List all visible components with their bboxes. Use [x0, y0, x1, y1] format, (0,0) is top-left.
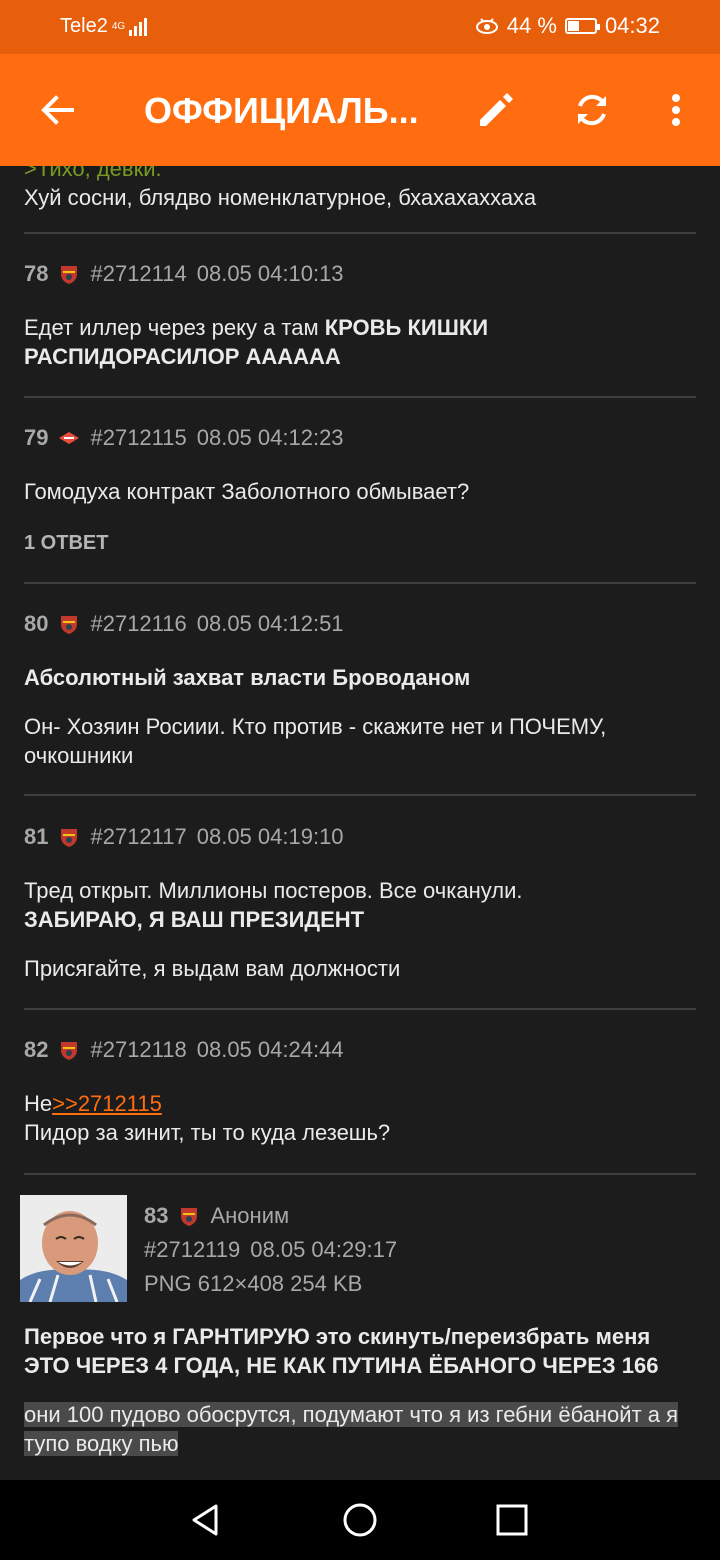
post-79[interactable]: 79 #2712115 08.05 04:12:23 Гомодуха конт…: [24, 425, 696, 555]
refresh-icon[interactable]: [568, 86, 616, 134]
post-partial: >Тихо, девки. Хуй сосни, блядво номенкла…: [24, 166, 696, 212]
reply-link[interactable]: >>2712115: [52, 1091, 162, 1116]
divider: [24, 582, 696, 584]
nav-recents-icon[interactable]: [492, 1500, 532, 1540]
poster-name: Аноним: [210, 1203, 290, 1228]
nav-back-icon[interactable]: [186, 1500, 226, 1540]
replies-link[interactable]: 1 ОТВЕТ: [24, 532, 696, 555]
battery-percent: 44 %: [506, 13, 557, 38]
cska-emblem-icon: [61, 829, 78, 847]
post-id[interactable]: #2712114: [90, 261, 186, 287]
divider: [24, 396, 696, 398]
post-number: 83: [144, 1203, 169, 1228]
system-nav-bar: [0, 1480, 720, 1560]
post-id[interactable]: #2712117: [90, 824, 186, 850]
cska-emblem-icon: [61, 1042, 78, 1060]
more-vert-icon[interactable]: [652, 86, 700, 134]
post-date: 08.05 04:12:51: [196, 611, 344, 636]
post-text: Хуй сосни, блядво номенклатурное, бхахах…: [24, 185, 537, 210]
post-81[interactable]: 81 #2712117 08.05 04:19:10 Тред открыт. …: [24, 824, 696, 983]
divider: [24, 794, 696, 796]
post-78[interactable]: 78 #2712114 08.05 04:10:13 Едет иллер че…: [24, 261, 696, 371]
nav-home-icon[interactable]: [340, 1500, 380, 1540]
post-date: 08.05 04:10:13: [196, 261, 344, 286]
divider: [24, 1008, 696, 1010]
post-text: Тред открыт. Миллионы постеров. Все очка…: [24, 878, 523, 932]
spartak-emblem-icon: [59, 432, 80, 444]
post-date: 08.05 04:12:23: [196, 425, 344, 450]
cska-emblem-icon: [61, 266, 78, 284]
post-text-2: Присягайте, я выдам вам должности: [24, 956, 401, 981]
battery-icon: [564, 18, 600, 34]
post-id[interactable]: #2712119: [144, 1237, 240, 1263]
post-highlight-text: они 100 пудово обосрутся, подумают что я…: [24, 1402, 679, 1456]
post-bold-text: Первое что я ГАРНТИРУЮ это скинуть/переи…: [24, 1324, 659, 1378]
pencil-icon[interactable]: [472, 86, 520, 134]
clock: 04:32: [604, 13, 660, 38]
thread-title: ОФФИЦИАЛЬ...: [144, 90, 419, 131]
cska-emblem-icon: [181, 1208, 198, 1226]
post-text: Он- Хозяин Росиии. Кто против - скажите …: [24, 714, 607, 768]
divider: [24, 232, 696, 234]
post-number: 81: [24, 824, 49, 849]
post-date: 08.05 04:19:10: [196, 824, 344, 849]
eye-comfort-icon: [475, 18, 498, 34]
divider: [24, 1173, 696, 1175]
post-number: 79: [24, 425, 49, 450]
post-date: 08.05 04:24:44: [196, 1037, 344, 1062]
post-id[interactable]: #2712118: [90, 1037, 186, 1063]
carrier-label: Tele2: [60, 15, 108, 37]
post-text: Едет иллер через реку а там КРОВЬ КИШКИ …: [24, 315, 489, 369]
signal-icon: [129, 17, 148, 36]
post-number: 82: [24, 1037, 49, 1062]
post-82[interactable]: 82 #2712118 08.05 04:24:44 Не>>2712115 П…: [24, 1037, 696, 1147]
post-number: 78: [24, 261, 49, 286]
post-image-thumbnail[interactable]: [20, 1195, 127, 1302]
back-arrow-icon[interactable]: [34, 86, 82, 134]
post-83-header[interactable]: 83 Аноним #2712119 08.05 04:29:17 PNG 61…: [144, 1203, 684, 1297]
file-info: PNG 612×408 254 KB: [144, 1271, 363, 1296]
post-text: Не>>2712115 Пидор за зинит, ты то куда л…: [24, 1091, 391, 1145]
post-id[interactable]: #2712115: [90, 425, 186, 451]
post-83-body[interactable]: Первое что я ГАРНТИРУЮ это скинуть/переи…: [24, 1322, 696, 1458]
network-type: 4G: [111, 21, 126, 32]
post-text: Гомодуха контракт Заболотного обмывает?: [24, 479, 470, 504]
post-id[interactable]: #2712116: [90, 611, 186, 637]
cska-emblem-icon: [61, 616, 78, 634]
thread-posts[interactable]: >Тихо, девки. Хуй сосни, блядво номенкла…: [0, 166, 720, 1480]
post-80[interactable]: 80 #2712116 08.05 04:12:51 Абсолютный за…: [24, 611, 696, 770]
app-toolbar: ОФФИЦИАЛЬ...: [0, 54, 720, 166]
post-bold-text: Абсолютный захват власти Броводаном: [24, 665, 471, 690]
status-bar: Tele2 4G 44 % 04:32: [0, 0, 720, 54]
greentext: >Тихо, девки.: [24, 166, 162, 181]
post-date: 08.05 04:29:17: [250, 1237, 398, 1262]
post-number: 80: [24, 611, 49, 636]
